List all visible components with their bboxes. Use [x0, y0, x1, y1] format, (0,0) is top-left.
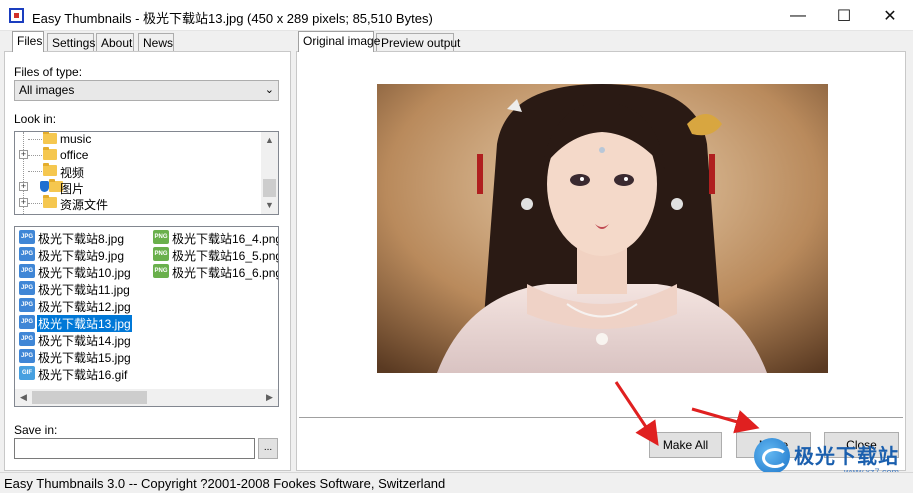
- tree-item-music[interactable]: music: [15, 132, 260, 147]
- status-text: Easy Thumbnails 3.0 -- Copyright ?2001-2…: [4, 476, 446, 491]
- file-name: 极光下载站16_4.png: [172, 232, 279, 246]
- tree-item-label: office: [60, 148, 89, 162]
- jpg-file-icon: JPG: [19, 332, 35, 346]
- tree-item-video[interactable]: 视频: [15, 163, 260, 180]
- files-of-type-value: All images: [19, 83, 75, 97]
- tab-news[interactable]: News: [138, 33, 174, 52]
- tree-item-pictures[interactable]: + 图片: [15, 179, 260, 196]
- file-name: 极光下载站16_6.png: [172, 266, 279, 280]
- divider: [299, 417, 903, 419]
- file-name: 极光下载站16_5.png: [172, 249, 279, 263]
- scroll-right-icon[interactable]: ▶: [261, 389, 278, 406]
- gif-file-icon: GIF: [19, 366, 35, 380]
- minimize-button[interactable]: —: [775, 0, 821, 31]
- tree-connector: [28, 139, 42, 140]
- save-in-label: Save in:: [14, 423, 58, 437]
- folder-icon: [43, 132, 57, 144]
- tab-about[interactable]: About: [96, 33, 134, 52]
- tree-connector: [28, 155, 42, 156]
- file-name: 极光下载站10.jpg: [38, 266, 131, 280]
- files-panel: Files of type: All images ⌄ Look in: mus…: [4, 51, 291, 471]
- title-bar: Easy Thumbnails - 极光下载站13.jpg (450 x 289…: [0, 0, 913, 31]
- tab-preview-output[interactable]: Preview output: [376, 33, 460, 52]
- folder-tree[interactable]: music + office 视频 + 图片 + 资源文件 ▲ ▼: [14, 131, 279, 215]
- scroll-thumb[interactable]: [263, 179, 276, 197]
- files-of-type-select[interactable]: All images ⌄: [14, 80, 279, 101]
- tab-settings[interactable]: Settings: [47, 33, 95, 52]
- file-name: 极光下载站13.jpg: [37, 315, 132, 332]
- watermark-text: 极光下载站: [794, 446, 899, 468]
- scroll-down-icon[interactable]: ▼: [261, 197, 278, 214]
- folder-icon: [43, 195, 57, 208]
- jpg-file-icon: JPG: [19, 230, 35, 244]
- scroll-up-icon[interactable]: ▲: [261, 132, 278, 149]
- jpg-file-icon: JPG: [19, 349, 35, 363]
- status-bar: Easy Thumbnails 3.0 -- Copyright ?2001-2…: [0, 472, 913, 493]
- tree-vertical-scrollbar[interactable]: ▲ ▼: [261, 132, 278, 214]
- file-name: 极光下载站16.gif: [38, 368, 128, 382]
- files-of-type-label: Files of type:: [14, 65, 83, 79]
- make-all-button[interactable]: Make All: [649, 432, 722, 458]
- expand-icon[interactable]: +: [19, 198, 28, 207]
- app-icon: [9, 8, 24, 23]
- tree-item-office[interactable]: + office: [15, 147, 260, 163]
- tab-original-image[interactable]: Original image: [298, 31, 380, 52]
- original-image-preview: [377, 84, 828, 373]
- watermark-logo-icon: [754, 438, 790, 474]
- maximize-button[interactable]: ☐: [821, 0, 867, 31]
- file-name: 极光下载站9.jpg: [38, 249, 125, 263]
- tree-item-label: 资源文件: [60, 198, 109, 212]
- file-list[interactable]: JPG 极光下载站8.jpg JPG 极光下载站9.jpg JPG 极光下载站1…: [14, 226, 279, 407]
- jpg-file-icon: JPG: [19, 281, 35, 295]
- tree-connector: [28, 203, 42, 204]
- window-title: Easy Thumbnails - 极光下载站13.jpg (450 x 289…: [32, 11, 433, 26]
- file-name: 极光下载站14.jpg: [38, 334, 131, 348]
- image-panel: Make All Make Close: [296, 51, 906, 471]
- expand-icon[interactable]: +: [19, 150, 28, 159]
- jpg-file-icon: JPG: [19, 264, 35, 278]
- jpg-file-icon: JPG: [19, 315, 35, 329]
- jpg-file-icon: JPG: [19, 298, 35, 312]
- browse-button[interactable]: ...: [258, 438, 278, 459]
- file-name: 极光下载站11.jpg: [38, 283, 130, 297]
- scroll-thumb[interactable]: [32, 391, 147, 404]
- portrait-image: [377, 84, 828, 373]
- tree-item-label: music: [60, 132, 92, 146]
- watermark: 极光下载站 www.xz7.com: [754, 436, 912, 477]
- tree-item-resources[interactable]: + 资源文件: [15, 195, 260, 212]
- tab-files[interactable]: Files: [12, 31, 44, 52]
- expand-icon[interactable]: +: [19, 182, 28, 191]
- file-list-horizontal-scrollbar[interactable]: ◀ ▶: [15, 389, 278, 406]
- file-name: 极光下载站8.jpg: [38, 232, 125, 246]
- png-file-icon: PNG: [153, 264, 169, 278]
- file-name: 极光下载站12.jpg: [38, 300, 131, 314]
- look-in-label: Look in:: [14, 112, 57, 126]
- file-name: 极光下载站15.jpg: [38, 351, 131, 365]
- jpg-file-icon: JPG: [19, 247, 35, 261]
- tree-connector: [28, 171, 42, 172]
- png-file-icon: PNG: [153, 247, 169, 261]
- folder-icon: [43, 147, 57, 160]
- png-file-icon: PNG: [153, 230, 169, 244]
- folder-icon: [43, 163, 57, 176]
- chevron-down-icon: ⌄: [264, 84, 274, 96]
- close-window-button[interactable]: ✕: [867, 0, 913, 31]
- scroll-left-icon[interactable]: ◀: [15, 389, 32, 406]
- save-in-input[interactable]: [14, 438, 255, 459]
- shield-icon: [40, 181, 49, 192]
